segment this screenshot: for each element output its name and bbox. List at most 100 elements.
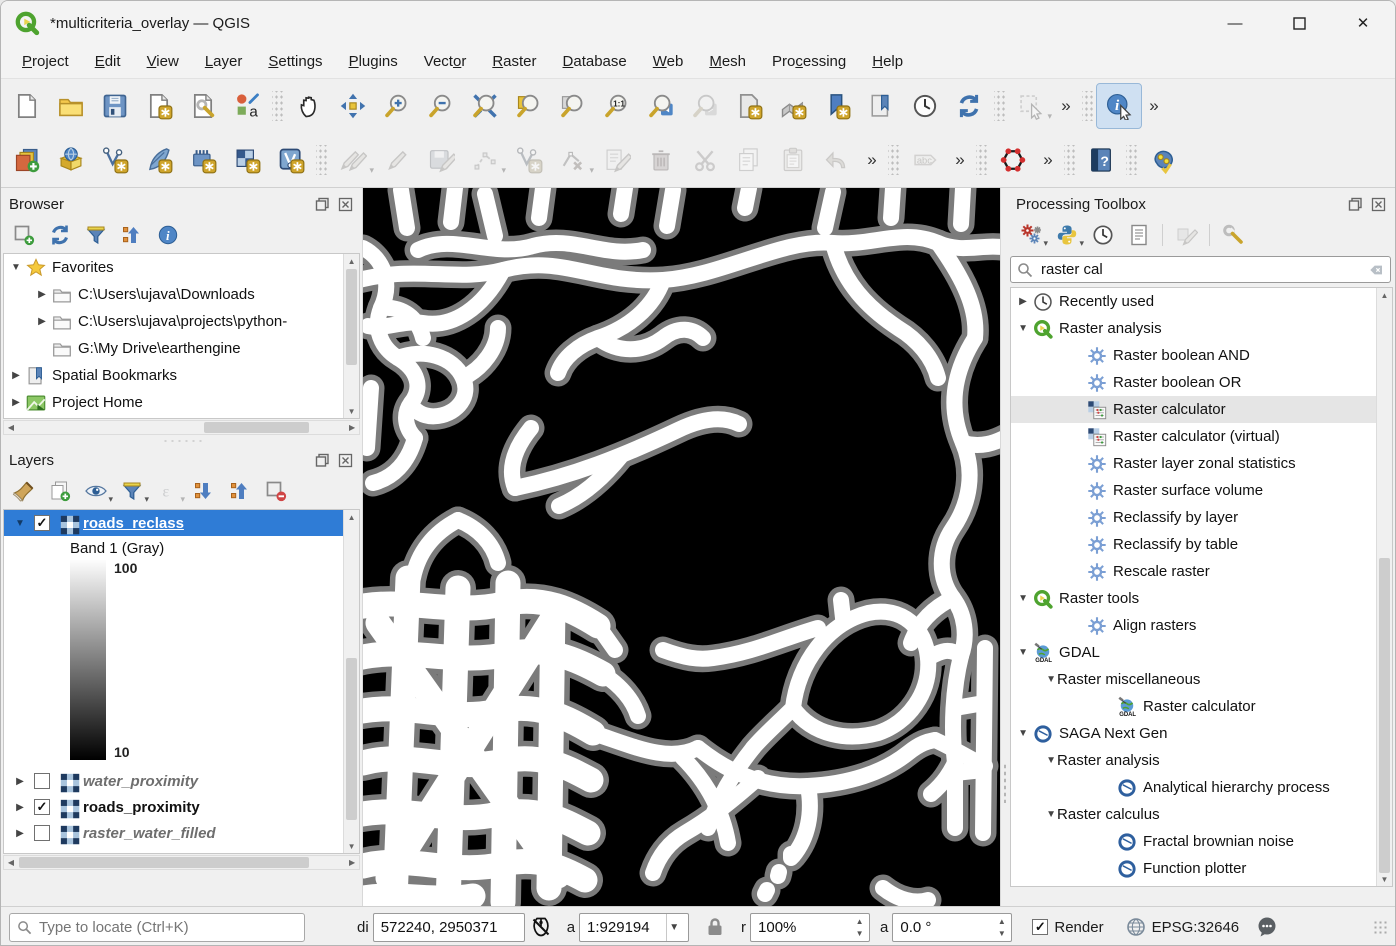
filter-browser-button[interactable] — [79, 219, 113, 251]
coordinate-input[interactable] — [381, 919, 517, 936]
toolbox-search-input[interactable] — [1033, 261, 1368, 278]
add-wms-layer-button[interactable] — [49, 138, 93, 182]
layer-visibility-checkbox[interactable]: ✓ — [34, 515, 50, 531]
current-edits-button[interactable]: ▾ — [331, 138, 375, 182]
toolbox-item-raster-calculator-virtual-[interactable]: Raster calculator (virtual) — [1011, 423, 1392, 450]
zoom-last-button[interactable] — [639, 84, 683, 128]
identify-features-button[interactable]: i — [1097, 84, 1141, 128]
tree-expander-icon[interactable]: ▼ — [1045, 755, 1057, 766]
expand-all-button[interactable] — [187, 475, 221, 507]
layer-item-roads_proximity[interactable]: ▶✓roads_proximity — [4, 794, 359, 820]
toolbar-grip[interactable] — [1064, 145, 1076, 175]
models-button[interactable]: ▾ — [1014, 219, 1048, 251]
toolbox-item-raster-boolean-and[interactable]: Raster boolean AND — [1011, 342, 1392, 369]
toolbox-item-raster-boolean-or[interactable]: Raster boolean OR — [1011, 369, 1392, 396]
add-group-button[interactable] — [43, 475, 77, 507]
undo-button[interactable] — [815, 138, 859, 182]
tree-expander-icon[interactable]: ▼ — [1017, 647, 1029, 658]
pan-to-selection-button[interactable] — [331, 84, 375, 128]
rotation-input[interactable] — [900, 919, 991, 936]
map-canvas[interactable] — [363, 188, 1000, 906]
dropdown-caret-icon[interactable]: ▾ — [144, 494, 149, 505]
new-map-view-button[interactable] — [727, 84, 771, 128]
paste-features-button[interactable] — [771, 138, 815, 182]
add-selected-layer-button[interactable] — [7, 219, 41, 251]
dropdown-caret-icon[interactable]: ▾ — [1047, 111, 1052, 122]
close-button[interactable]: ✕ — [1331, 3, 1395, 43]
processing-toolbox-toggle-button[interactable] — [1141, 138, 1185, 182]
dropdown-caret-icon[interactable]: ▾ — [501, 165, 506, 176]
toolbox-item-fractal-brownian-noise[interactable]: Fractal brownian noise — [1011, 828, 1392, 855]
delete-selected-button[interactable] — [639, 138, 683, 182]
zoom-to-selection-button[interactable] — [551, 84, 595, 128]
tree-expander-icon[interactable]: ▶ — [10, 397, 22, 408]
tree-expander-icon[interactable]: ▶ — [36, 316, 48, 327]
layer-labeling-button[interactable]: abc — [903, 138, 947, 182]
show-layout-manager-button[interactable] — [181, 84, 225, 128]
add-feature-button[interactable] — [507, 138, 551, 182]
save-layer-edits-button[interactable] — [419, 138, 463, 182]
locator-bar[interactable] — [9, 913, 305, 942]
scale-combo[interactable]: ▼ — [579, 913, 689, 942]
browser-vertical-scrollbar[interactable]: ▲ ▼ — [343, 254, 359, 418]
layers-float-button[interactable] — [314, 452, 331, 469]
toggle-extents-mouse-icon[interactable] — [529, 915, 553, 939]
toolbox-float-button[interactable] — [1347, 196, 1364, 213]
browser-float-button[interactable] — [314, 196, 331, 213]
toolbox-item-saga-next-gen[interactable]: ▼SAGA Next Gen — [1011, 720, 1392, 747]
layer-item-water_proximity[interactable]: ▶water_proximity — [4, 768, 359, 794]
layer-visibility-checkbox[interactable]: ✓ — [34, 799, 50, 815]
tree-expander-icon[interactable]: ▼ — [1017, 323, 1029, 334]
filter-by-expression-button[interactable]: ε▾ — [151, 475, 185, 507]
refresh-browser-button[interactable] — [43, 219, 77, 251]
crs-status[interactable]: EPSG:32646 — [1152, 919, 1240, 936]
dropdown-caret-icon[interactable]: ▾ — [108, 494, 113, 505]
menu-database[interactable]: Database — [550, 48, 640, 75]
results-viewer-button[interactable] — [1122, 219, 1156, 251]
cut-features-button[interactable] — [683, 138, 727, 182]
magnifier-input[interactable] — [758, 919, 849, 936]
toolbar-grip[interactable] — [272, 91, 284, 121]
scripts-button[interactable]: ▾ — [1050, 219, 1084, 251]
collapse-all-layers-button[interactable] — [223, 475, 257, 507]
save-project-button[interactable] — [93, 84, 137, 128]
tree-expander-icon[interactable]: ▼ — [1045, 674, 1057, 685]
history-button[interactable] — [1086, 219, 1120, 251]
toolbox-item-align-rasters[interactable]: Align rasters — [1011, 612, 1392, 639]
toggle-editing-button[interactable] — [375, 138, 419, 182]
dropdown-caret-icon[interactable]: ▾ — [180, 494, 185, 505]
digitize-with-segment-button[interactable]: ▾ — [463, 138, 507, 182]
menu-vector[interactable]: Vector — [411, 48, 480, 75]
dropdown-caret-icon[interactable]: ▾ — [1044, 238, 1049, 249]
scale-dropdown-icon[interactable]: ▼ — [666, 914, 681, 941]
tree-expander-icon[interactable]: ▶ — [1017, 296, 1029, 307]
new-3d-map-view-button[interactable] — [771, 84, 815, 128]
toolbar-overflow-button[interactable]: » — [1053, 96, 1079, 116]
toolbox-item-fuzzify[interactable]: Fuzzify — [1011, 882, 1392, 887]
browser-item[interactable]: G:\My Drive\earthengine — [4, 335, 359, 362]
toolbox-item-recently-used[interactable]: ▶Recently used — [1011, 288, 1392, 315]
toolbox-item-rescale-raster[interactable]: Rescale raster — [1011, 558, 1392, 585]
layers-close-button[interactable] — [337, 452, 354, 469]
toolbox-item-raster-miscellaneous[interactable]: ▼Raster miscellaneous — [1011, 666, 1392, 693]
locator-input[interactable] — [32, 919, 297, 936]
dropdown-caret-icon[interactable]: ▾ — [589, 165, 594, 176]
toolbar-overflow-button[interactable]: » — [1141, 96, 1167, 116]
collapse-all-button[interactable] — [115, 219, 149, 251]
refresh-map-button[interactable] — [947, 84, 991, 128]
toolbox-item-gdal[interactable]: ▼GDALGDAL — [1011, 639, 1392, 666]
toolbox-item-reclassify-by-layer[interactable]: Reclassify by layer — [1011, 504, 1392, 531]
toolbar-grip[interactable] — [994, 91, 1006, 121]
tree-expander-icon[interactable]: ▼ — [10, 262, 22, 273]
open-project-button[interactable] — [49, 84, 93, 128]
tree-expander-icon[interactable]: ▶ — [4, 802, 26, 813]
crs-globe-icon[interactable] — [1124, 915, 1148, 939]
menu-layer[interactable]: Layer — [192, 48, 256, 75]
menu-settings[interactable]: Settings — [255, 48, 335, 75]
toolbox-item-raster-analysis[interactable]: ▼Raster analysis — [1011, 747, 1392, 774]
toolbox-item-raster-calculator[interactable]: Raster calculator — [1011, 396, 1392, 423]
toolbar-grip[interactable] — [1126, 145, 1138, 175]
tree-expander-icon[interactable]: ▶ — [4, 776, 26, 787]
dropdown-caret-icon[interactable]: ▾ — [369, 165, 374, 176]
rotation-spinbox[interactable]: ▲▼ — [892, 913, 1012, 942]
